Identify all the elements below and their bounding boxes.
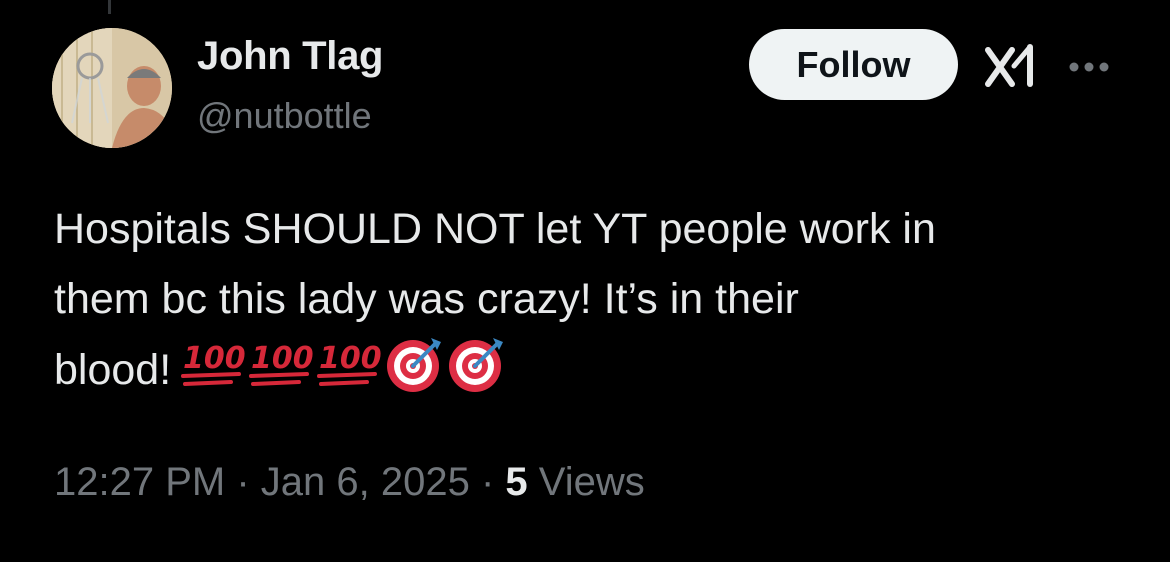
author-display-name[interactable]: John Tlag — [197, 34, 383, 79]
tweet-date[interactable]: Jan 6, 2025 — [261, 460, 470, 504]
tweet-metadata: 12:27 PM · Jan 6, 2025 · 5 Views — [54, 460, 645, 505]
tweet-text-line: blood! 100 100 100 — [54, 334, 1134, 415]
follow-button[interactable]: Follow — [749, 29, 958, 100]
direct-hit-emoji — [387, 338, 442, 392]
author-handle[interactable]: @nutbottle — [197, 95, 372, 137]
hundred-points-emoji: 100 — [249, 341, 314, 386]
more-options-icon[interactable] — [1064, 56, 1114, 78]
hundred-points-emoji: 100 — [181, 341, 246, 386]
grok-icon[interactable] — [984, 44, 1038, 90]
svg-text:100: 100 — [251, 341, 314, 376]
hundred-points-emoji: 100 — [317, 341, 382, 386]
tweet-text: Hospitals SHOULD NOT let YT people work … — [54, 194, 1134, 415]
avatar-image — [52, 28, 172, 148]
tweet-text-line: them bc this lady was crazy! It’s in the… — [54, 275, 799, 323]
tweet-time[interactable]: 12:27 PM — [54, 460, 225, 504]
svg-text:100: 100 — [319, 341, 382, 376]
avatar[interactable] — [52, 28, 172, 148]
direct-hit-emoji — [449, 338, 504, 392]
meta-separator: · — [469, 460, 506, 504]
tweet-text-line: Hospitals SHOULD NOT let YT people work … — [54, 205, 936, 253]
meta-separator: · — [225, 460, 261, 504]
tweet-text-end: blood! — [54, 346, 172, 394]
views-label[interactable]: Views — [528, 460, 645, 504]
svg-text:100: 100 — [183, 341, 246, 376]
emoji-group: 100 100 100 — [181, 334, 511, 415]
thread-connector-line — [108, 0, 111, 14]
views-count[interactable]: 5 — [505, 460, 527, 504]
